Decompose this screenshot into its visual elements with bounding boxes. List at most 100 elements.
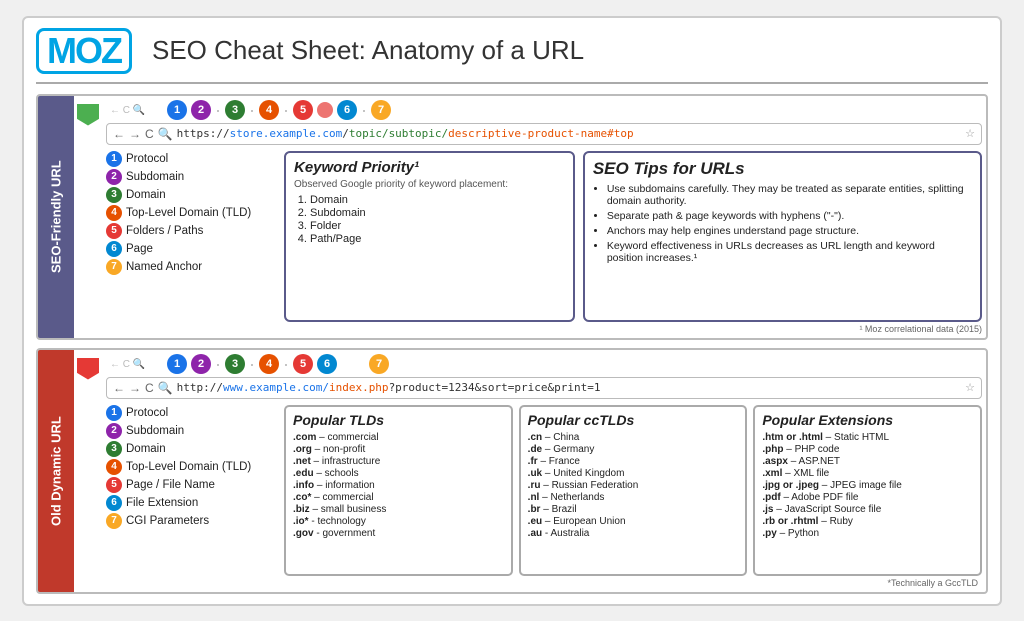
tld-item: .eu – European Union: [528, 516, 739, 527]
back-btn[interactable]: ←: [113, 381, 125, 395]
num-3-badge: 3: [225, 100, 245, 120]
list-item: 4Top-Level Domain (TLD): [106, 459, 276, 475]
old-numbers-row: ← C 🔍 1 2 · 3 · 4 · 5 6 7: [106, 354, 982, 375]
tld-item: .php – PHP code: [762, 444, 973, 455]
tld-item: .ru – Russian Federation: [528, 480, 739, 491]
num-5-badge: 5: [293, 354, 313, 374]
list-item: 5Page / File Name: [106, 477, 276, 493]
seo-checkmark-icon: [77, 104, 99, 126]
keyword-priority-sub: Observed Google priority of keyword plac…: [294, 179, 565, 190]
tld-item: .nl – Netherlands: [528, 492, 739, 503]
refresh-btn[interactable]: C: [145, 381, 154, 395]
seo-tips-title: SEO Tips for URLs: [593, 159, 972, 179]
list-num-7: 7: [106, 259, 122, 275]
list-num-6: 6: [106, 241, 122, 257]
tld-item: .htm or .html – Static HTML: [762, 432, 973, 443]
list-item: Use subdomains carefully. They may be tr…: [607, 183, 972, 207]
old-section: Old Dynamic URL ← C 🔍 1 2 · 3 · 4 · 5 6: [36, 348, 988, 594]
list-item: 7CGI Parameters: [106, 513, 276, 529]
keyword-priority-list: Domain Subdomain Folder Path/Page: [294, 194, 565, 245]
tld-item: .au - Australia: [528, 528, 739, 539]
seo-list: 1Protocol 2Subdomain 3Domain 4Top-Level …: [106, 151, 276, 322]
tld-item: .org – non-profit: [293, 444, 504, 455]
list-item: Path/Page: [310, 233, 565, 245]
num-5-badge: 5: [293, 100, 313, 120]
forward-btn[interactable]: →: [129, 127, 141, 141]
tld-item: .edu – schools: [293, 468, 504, 479]
num-3-badge: 3: [225, 354, 245, 374]
list-item: Folder: [310, 220, 565, 232]
old-content: ← C 🔍 1 2 · 3 · 4 · 5 6 7 ← →: [102, 350, 986, 592]
search-icon: 🔍: [158, 127, 173, 141]
refresh-btn[interactable]: C: [145, 127, 154, 141]
list-item: Anchors may help engines understand page…: [607, 225, 972, 237]
tld-item: .br – Brazil: [528, 504, 739, 515]
num-2-badge: 2: [191, 100, 211, 120]
header: MOZ SEO Cheat Sheet: Anatomy of a URL: [36, 28, 988, 84]
list-num-5: 5: [106, 223, 122, 239]
seo-url-text: https://store.example.com/topic/subtopic…: [177, 127, 962, 140]
popular-tlds-box: Popular TLDs .com – commercial .org – no…: [284, 405, 513, 576]
sections: SEO-Friendly URL ← C 🔍 1 2 · 3 · 4 · 5: [36, 94, 988, 594]
tld-item: .io* - technology: [293, 516, 504, 527]
tld-item: .xml – XML file: [762, 468, 973, 479]
list-item: 1Protocol: [106, 151, 276, 167]
tld-item: .cn – China: [528, 432, 739, 443]
list-item: 3Domain: [106, 187, 276, 203]
list-item: Subdomain: [310, 207, 565, 219]
list-item: 4Top-Level Domain (TLD): [106, 205, 276, 221]
old-columns: 1Protocol 2Subdomain 3Domain 4Top-Level …: [106, 405, 982, 576]
list-item: Keyword effectiveness in URLs decreases …: [607, 240, 972, 264]
popular-cctlds-title: Popular ccTLDs: [528, 412, 739, 428]
tld-item: .com – commercial: [293, 432, 504, 443]
list-num-2: 2: [106, 169, 122, 185]
bookmark-star[interactable]: ☆: [965, 381, 975, 394]
tld-item: .uk – United Kingdom: [528, 468, 739, 479]
list-num-1: 1: [106, 151, 122, 167]
num-4-badge: 4: [259, 354, 279, 374]
main-container: MOZ SEO Cheat Sheet: Anatomy of a URL SE…: [22, 16, 1002, 606]
popular-tlds-title: Popular TLDs: [293, 412, 504, 428]
list-item: Separate path & page keywords with hyphe…: [607, 210, 972, 222]
tld-item: .fr – France: [528, 456, 739, 467]
seo-content: ← C 🔍 1 2 · 3 · 4 · 5 6 · 7 ←: [102, 96, 986, 338]
seo-numbers-row: ← C 🔍 1 2 · 3 · 4 · 5 6 · 7: [106, 100, 982, 121]
list-item: 2Subdomain: [106, 423, 276, 439]
moz-logo-text: MOZ: [47, 33, 121, 69]
old-url-bar: ← → C 🔍 http://www.example.com/index.php…: [106, 377, 982, 399]
keyword-priority-box: Keyword Priority¹ Observed Google priori…: [284, 151, 575, 322]
list-item: 3Domain: [106, 441, 276, 457]
tld-item: .co* – commercial: [293, 492, 504, 503]
popular-cctlds-box: Popular ccTLDs .cn – China .de – Germany…: [519, 405, 748, 576]
tld-item: .rb or .rhtml – Ruby: [762, 516, 973, 527]
list-item: 7Named Anchor: [106, 259, 276, 275]
old-icon-container: [74, 350, 102, 592]
tld-item: .js – JavaScript Source file: [762, 504, 973, 515]
tld-item: .pdf – Adobe PDF file: [762, 492, 973, 503]
old-url-text: http://www.example.com/index.php?product…: [177, 381, 962, 394]
forward-btn[interactable]: →: [129, 381, 141, 395]
bookmark-star[interactable]: ☆: [965, 127, 975, 140]
bottom-boxes: Popular TLDs .com – commercial .org – no…: [284, 405, 982, 576]
old-footnote: *Technically a GccTLD: [106, 578, 982, 588]
old-x-icon: [77, 358, 99, 380]
seo-section: SEO-Friendly URL ← C 🔍 1 2 · 3 · 4 · 5: [36, 94, 988, 340]
list-item: 5Folders / Paths: [106, 223, 276, 239]
list-item: 6Page: [106, 241, 276, 257]
old-side-label: Old Dynamic URL: [38, 350, 74, 592]
popular-extensions-box: Popular Extensions .htm or .html – Stati…: [753, 405, 982, 576]
seo-url-bar: ← → C 🔍 https://store.example.com/topic/…: [106, 123, 982, 145]
list-item: 1Protocol: [106, 405, 276, 421]
num-1-badge: 1: [167, 354, 187, 374]
num-6-badge: 6: [337, 100, 357, 120]
list-item: Domain: [310, 194, 565, 206]
num-4-badge: 4: [259, 100, 279, 120]
list-item: 6File Extension: [106, 495, 276, 511]
list-num-3: 3: [106, 187, 122, 203]
seo-icon-container: [74, 96, 102, 338]
back-btn[interactable]: ←: [113, 127, 125, 141]
popular-extensions-title: Popular Extensions: [762, 412, 973, 428]
tld-item: .aspx – ASP.NET: [762, 456, 973, 467]
seo-footnote: ¹ Moz correlational data (2015): [106, 324, 982, 334]
num-2-badge: 2: [191, 354, 211, 374]
